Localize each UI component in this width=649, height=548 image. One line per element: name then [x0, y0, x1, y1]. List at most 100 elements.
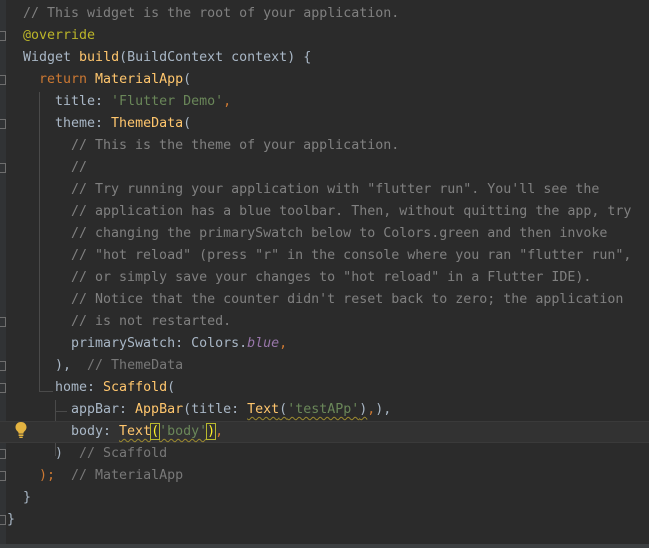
code-text: // Notice that the counter didn't reset …	[71, 289, 623, 311]
code-token: (	[279, 402, 288, 417]
code-text: @override	[23, 25, 95, 47]
code-text: // application has a blue toolbar. Then,…	[71, 201, 631, 223]
code-line[interactable]: home: Scaffold(	[0, 377, 649, 399]
code-text: ), // ThemeData	[55, 355, 183, 377]
editor-bottom-border	[0, 544, 649, 548]
code-token: // This is the theme of your application…	[71, 138, 400, 153]
code-token: (	[167, 380, 176, 395]
code-line[interactable]: }	[0, 509, 649, 531]
code-line[interactable]: title: 'Flutter Demo',	[0, 91, 649, 113]
code-token: }	[23, 490, 32, 505]
code-token: body:	[71, 424, 120, 439]
code-line[interactable]: primarySwatch: Colors.blue,	[0, 333, 649, 355]
code-token: title:	[55, 94, 112, 109]
code-text: primarySwatch: Colors.blue,	[71, 333, 287, 355]
code-token: blue	[247, 336, 280, 351]
code-text: // changing the primarySwatch below to C…	[71, 223, 607, 245]
code-token: 'body'	[159, 424, 208, 439]
code-token: (BuildContext context) {	[119, 50, 312, 65]
code-token: // is not restarted.	[71, 314, 232, 329]
code-token: Text	[119, 424, 152, 439]
code-token: ,	[223, 94, 232, 109]
lightbulb-icon[interactable]	[14, 421, 28, 439]
code-token: ,	[279, 336, 288, 351]
code-token: Widget	[23, 50, 80, 65]
code-text: theme: ThemeData(	[55, 113, 191, 135]
code-text: title: 'Flutter Demo',	[55, 91, 231, 113]
code-token: // or simply save your changes to "hot r…	[71, 270, 592, 285]
code-text: Widget build(BuildContext context) {	[23, 47, 311, 69]
code-token: // application has a blue toolbar. Then,…	[71, 204, 632, 219]
code-token: home:	[55, 380, 104, 395]
code-line[interactable]: ); // MaterialApp	[0, 465, 649, 487]
code-line[interactable]: // application has a blue toolbar. Then,…	[0, 201, 649, 223]
code-line[interactable]: ) // Scaffold	[0, 443, 649, 465]
code-line[interactable]: // "hot reload" (press "r" in the consol…	[0, 245, 649, 267]
code-token: )	[206, 423, 217, 440]
code-token: }	[7, 512, 16, 527]
code-text: }	[7, 509, 15, 531]
code-line[interactable]: // This is the theme of your application…	[0, 135, 649, 157]
code-text: return MaterialApp(	[39, 69, 191, 91]
code-token: (	[183, 116, 192, 131]
code-text: home: Scaffold(	[55, 377, 175, 399]
code-text: appBar: AppBar(title: Text('testAPp'),),	[71, 399, 391, 421]
code-token: // MaterialApp	[55, 468, 184, 483]
code-text: // is not restarted.	[71, 311, 231, 333]
code-token: theme:	[55, 116, 112, 131]
code-text: // Try running your application with "fl…	[71, 179, 599, 201]
code-line[interactable]: // or simply save your changes to "hot r…	[0, 267, 649, 289]
code-token: Scaffold	[103, 380, 168, 395]
code-token: 'Flutter Demo'	[111, 94, 224, 109]
code-token: 'testAPp'	[287, 402, 360, 417]
code-text: ) // Scaffold	[55, 443, 167, 465]
code-text: // or simply save your changes to "hot r…	[71, 267, 591, 289]
code-line[interactable]: //	[0, 157, 649, 179]
code-line-current[interactable]: body: Text('body'),	[0, 421, 649, 443]
code-token: return	[39, 72, 96, 87]
code-token: // ThemeData	[79, 358, 184, 373]
code-token: (	[183, 72, 192, 87]
code-token: // Notice that the counter didn't reset …	[71, 292, 624, 307]
code-line[interactable]: return MaterialApp(	[0, 69, 649, 91]
code-line[interactable]: theme: ThemeData(	[0, 113, 649, 135]
code-token: // This widget is the root of your appli…	[23, 6, 400, 21]
code-token: (title:	[183, 402, 248, 417]
code-text: // "hot reload" (press "r" in the consol…	[71, 245, 631, 267]
code-line[interactable]: // changing the primarySwatch below to C…	[0, 223, 649, 245]
code-token: Text	[247, 402, 280, 417]
code-token: MaterialApp	[95, 72, 184, 87]
code-token: ,	[215, 424, 224, 439]
code-text: }	[23, 487, 31, 509]
code-text: body: Text('body'),	[71, 422, 223, 442]
code-token: AppBar	[135, 402, 184, 417]
code-token: )	[55, 446, 64, 461]
code-line[interactable]: appBar: AppBar(title: Text('testAPp'),),	[0, 399, 649, 421]
code-token: primarySwatch: Colors.	[71, 336, 248, 351]
code-line[interactable]: ), // ThemeData	[0, 355, 649, 377]
code-token: // Scaffold	[63, 446, 168, 461]
code-line[interactable]: // Notice that the counter didn't reset …	[0, 289, 649, 311]
code-text: // This is the theme of your application…	[71, 135, 399, 157]
code-editor[interactable]: // This widget is the root of your appli…	[0, 0, 649, 548]
code-token: ),	[375, 402, 392, 417]
code-text: // This widget is the root of your appli…	[23, 3, 399, 25]
code-text: ); // MaterialApp	[39, 465, 183, 487]
code-text: //	[71, 157, 87, 179]
code-token: //	[71, 160, 88, 175]
code-token: (	[150, 423, 161, 440]
code-token: build	[79, 50, 120, 65]
code-token: appBar:	[71, 402, 136, 417]
code-token: // Try running your application with "fl…	[71, 182, 600, 197]
code-token: @override	[23, 28, 96, 43]
code-line[interactable]: // Try running your application with "fl…	[0, 179, 649, 201]
code-line[interactable]: Widget build(BuildContext context) {	[0, 47, 649, 69]
code-line[interactable]: // is not restarted.	[0, 311, 649, 333]
code-line[interactable]: @override	[0, 25, 649, 47]
code-line[interactable]: }	[0, 487, 649, 509]
code-line[interactable]: // This widget is the root of your appli…	[0, 3, 649, 25]
code-token: // changing the primarySwatch below to C…	[71, 226, 608, 241]
code-token: // "hot reload" (press "r" in the consol…	[71, 248, 632, 263]
code-token: );	[39, 468, 56, 483]
code-token: ThemeData	[111, 116, 184, 131]
